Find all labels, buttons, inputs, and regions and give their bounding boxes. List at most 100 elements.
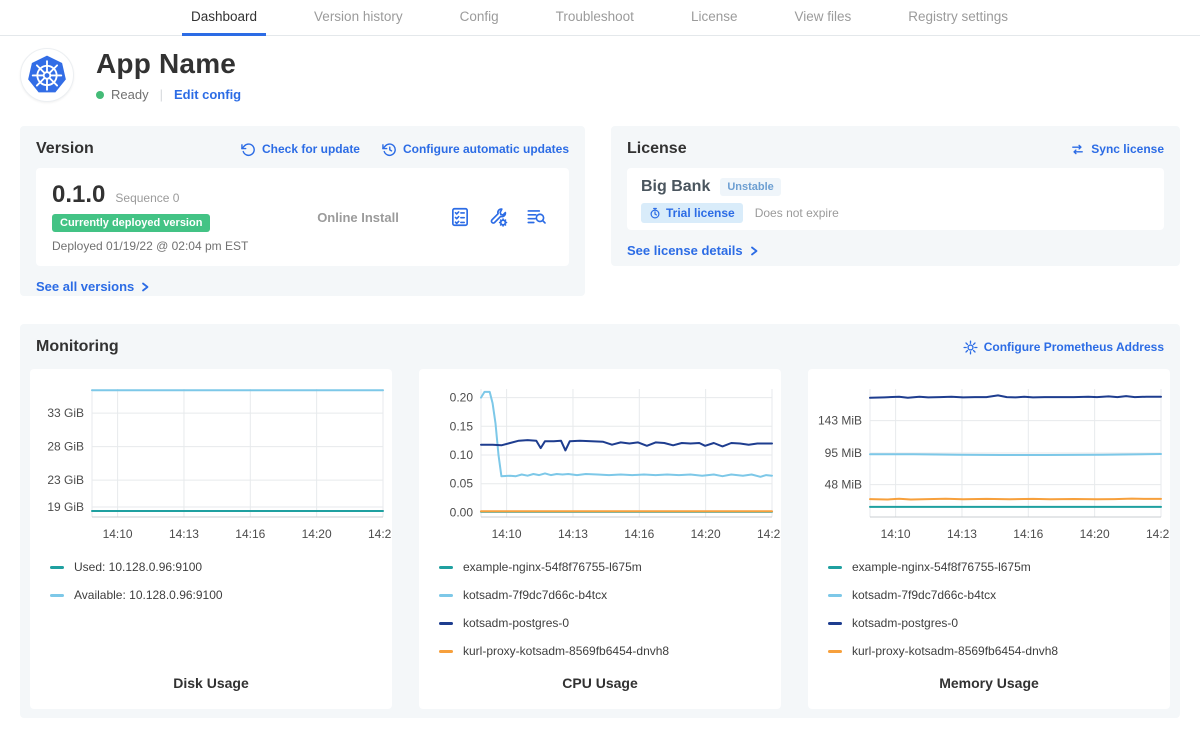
svg-text:143 MiB: 143 MiB [818,414,862,428]
see-all-versions-link[interactable]: See all versions [36,279,151,294]
license-section-title: License [627,140,687,158]
chart-card-cpu: 0.000.050.100.150.2014:1014:1314:1614:20… [419,369,781,709]
legend-label: example-nginx-54f8f76755-l675m [852,560,1031,574]
svg-text:0.05: 0.05 [450,477,474,491]
svg-text:33 GiB: 33 GiB [47,406,84,420]
legend-dash [828,650,842,653]
tab-view-files[interactable]: View files [785,0,860,36]
legend-item: example-nginx-54f8f76755-l675m [828,553,1170,581]
tab-dashboard[interactable]: Dashboard [182,0,266,36]
license-section: License Sync license Big Bank Unstable [611,126,1180,266]
tab-troubleshoot[interactable]: Troubleshoot [547,0,643,36]
legend-item: Available: 10.128.0.96:9100 [50,581,392,609]
sequence-label: Sequence 0 [115,191,179,205]
app-header: App Name Ready | Edit config [20,48,1180,102]
svg-text:0.20: 0.20 [450,391,474,405]
edit-config-link[interactable]: Edit config [174,87,241,102]
configure-prometheus-link[interactable]: Configure Prometheus Address [963,340,1164,355]
monitoring-section: Monitoring Configure Prometheus Address … [20,324,1180,718]
deployed-timestamp: Deployed 01/19/22 @ 02:04 pm EST [52,239,267,253]
svg-text:14:20: 14:20 [691,527,721,541]
svg-text:19 GiB: 19 GiB [47,500,84,514]
config-wrench-icon[interactable] [487,206,509,228]
divider: | [160,87,163,102]
view-logs-icon[interactable] [525,206,547,228]
license-card: Big Bank Unstable Trial license Does not… [627,168,1164,230]
tab-registry-settings[interactable]: Registry settings [899,0,1017,36]
chart-title: Disk Usage [30,675,392,709]
chevron-right-icon [748,245,760,257]
svg-text:14:10: 14:10 [492,527,522,541]
svg-text:14:23: 14:23 [757,527,781,541]
tab-license[interactable]: License [682,0,747,36]
page-title: App Name [96,48,241,80]
svg-text:14:23: 14:23 [368,527,392,541]
license-name: Big Bank [641,178,710,196]
svg-text:14:13: 14:13 [558,527,588,541]
svg-text:14:20: 14:20 [1080,527,1110,541]
legend-item: kotsadm-postgres-0 [439,609,781,637]
see-license-details-link[interactable]: See license details [627,243,760,258]
version-number: 0.1.0 [52,181,105,209]
preflight-checks-icon[interactable] [449,206,471,228]
charts-row: 19 GiB 23 GiB 28 GiB 33 GiB 14:10 14:13 14:16 1… [30,369,1170,709]
sync-license-button[interactable]: Sync license [1070,142,1164,157]
version-section-title: Version [36,140,94,158]
chart-plot-cpu: 0.000.050.100.150.2014:1014:1314:1614:20… [419,377,781,547]
svg-text:14:13: 14:13 [169,527,199,541]
channel-badge: Unstable [720,178,780,196]
schedule-icon [382,142,397,157]
chart-plot-disk: 19 GiB 23 GiB 28 GiB 33 GiB 14:10 14:13 14:16 1… [30,377,392,547]
monitoring-section-title: Monitoring [36,338,119,356]
svg-text:0.15: 0.15 [450,419,474,433]
license-expiry: Does not expire [755,206,839,220]
legend-item: kotsadm-7f9dc7d66c-b4tcx [828,581,1170,609]
svg-text:14:16: 14:16 [235,527,265,541]
sync-icon [1070,142,1085,157]
chart-card-disk: 19 GiB 23 GiB 28 GiB 33 GiB 14:10 14:13 14:16 1… [30,369,392,709]
svg-text:14:20: 14:20 [302,527,332,541]
chevron-right-icon [139,281,151,293]
tab-config[interactable]: Config [451,0,508,36]
gear-icon [963,340,978,355]
legend-label: kotsadm-postgres-0 [852,616,958,630]
svg-text:14:23: 14:23 [1146,527,1170,541]
chart-title: Memory Usage [808,675,1170,709]
svg-text:23 GiB: 23 GiB [47,473,84,487]
configure-automatic-updates-button[interactable]: Configure automatic updates [382,142,569,157]
trial-license-badge: Trial license [641,203,743,223]
legend-item: kurl-proxy-kotsadm-8569fb6454-dnvh8 [439,637,781,665]
chart-title: CPU Usage [419,675,781,709]
legend-label: kotsadm-7f9dc7d66c-b4tcx [852,588,996,602]
svg-text:14:16: 14:16 [624,527,654,541]
legend-dash [439,650,453,653]
svg-text:14:10: 14:10 [103,527,133,541]
legend-dash [828,622,842,625]
install-type-label: Online Install [317,210,399,225]
svg-text:48 MiB: 48 MiB [825,478,862,492]
svg-text:95 MiB: 95 MiB [825,446,862,460]
tab-version-history[interactable]: Version history [305,0,412,36]
legend-item: kotsadm-7f9dc7d66c-b4tcx [439,581,781,609]
chart-card-memory: 48 MiB95 MiB143 MiB14:1014:1314:1614:201… [808,369,1170,709]
legend-label: Available: 10.128.0.96:9100 [74,588,223,602]
check-for-update-button[interactable]: Check for update [241,142,360,157]
stopwatch-icon [649,207,661,219]
version-section: Version Check for update [20,126,585,296]
legend-dash [50,594,64,597]
chart-legend-disk: Used: 10.128.0.96:9100 Available: 10.128.… [30,553,392,609]
top-nav: Dashboard Version history Config Trouble… [0,0,1200,36]
svg-text:14:16: 14:16 [1013,527,1043,541]
chart-plot-memory: 48 MiB95 MiB143 MiB14:1014:1314:1614:201… [808,377,1170,547]
deployed-version-card: 0.1.0 Sequence 0 Currently deployed vers… [36,168,569,266]
legend-dash [50,566,64,569]
svg-text:14:13: 14:13 [947,527,977,541]
legend-dash [439,594,453,597]
svg-text:28 GiB: 28 GiB [47,440,84,454]
legend-label: kurl-proxy-kotsadm-8569fb6454-dnvh8 [463,644,669,658]
app-status-text: Ready [111,87,149,102]
legend-item: Used: 10.128.0.96:9100 [50,553,392,581]
legend-item: kotsadm-postgres-0 [828,609,1170,637]
legend-label: Used: 10.128.0.96:9100 [74,560,202,574]
ready-status-dot [96,91,104,99]
